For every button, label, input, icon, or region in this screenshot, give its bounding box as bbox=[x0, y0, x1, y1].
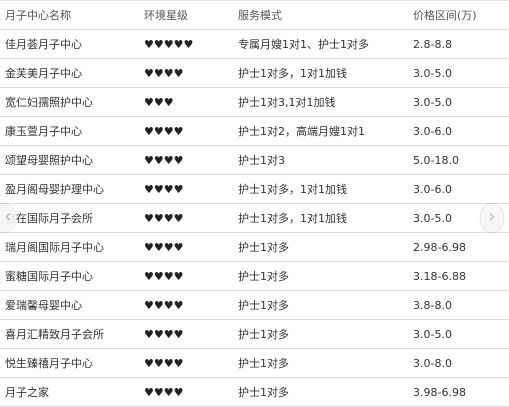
table-row: 金芙美月子中心 ♥♥♥♥ 护士1对多，1对1加钱 3.0-5.0 bbox=[0, 58, 509, 88]
cell-name: 佳月荟月子中心 bbox=[0, 29, 139, 59]
cell-stars: ♥♥♥♥ bbox=[139, 145, 233, 175]
cell-stars: ♥♥♥♥ bbox=[139, 116, 233, 146]
cell-mode: 护士1对多 bbox=[233, 377, 408, 407]
cell-mode: 护士1对多 bbox=[233, 348, 408, 378]
table-row: 颂望母婴照护中心 ♥♥♥♥ 护士1对3 5.0-18.0 bbox=[0, 145, 509, 175]
cell-mode: 护士1对2，高端月嫂1对1 bbox=[233, 116, 408, 146]
cell-name: 爱瑞馨母婴中心 bbox=[0, 290, 139, 320]
table-header-row: 月子中心名称 环境星级 服务模式 价格区间(万) bbox=[0, 0, 509, 30]
cell-name: 喜月汇精致月子会所 bbox=[0, 319, 139, 349]
cell-stars: ♥♥♥♥ bbox=[139, 319, 233, 349]
cell-price: 3.0-6.0 bbox=[408, 116, 509, 146]
cell-mode: 护士1对多，1对1加钱 bbox=[233, 174, 408, 204]
cell-mode: 专属月嫂1对1、护士1对多 bbox=[233, 29, 408, 59]
cell-price: 3.8-8.0 bbox=[408, 290, 509, 320]
cell-stars: ♥♥♥♥♥ bbox=[139, 29, 233, 59]
cell-mode: 护士1对3,1对1加钱 bbox=[233, 87, 408, 117]
cell-stars: ♥♥♥♥ bbox=[139, 261, 233, 291]
cell-price: 2.8-8.8 bbox=[408, 29, 509, 59]
table-row: 宽仁妇孺照护中心 ♥♥♥ 护士1对3,1对1加钱 3.0-5.0 bbox=[0, 87, 509, 117]
cell-mode: 护士1对多 bbox=[233, 261, 408, 291]
cell-stars: ♥♥♥♥ bbox=[139, 348, 233, 378]
cell-price: 3.18-6.88 bbox=[408, 261, 509, 291]
table-row: 悦生臻禧月子中心 ♥♥♥♥ 护士1对多 3.0-8.0 bbox=[0, 348, 509, 378]
table-row: 喜月汇精致月子会所 ♥♥♥♥ 护士1对多 3.0-5.0 bbox=[0, 319, 509, 349]
cell-price: 3.98-6.98 bbox=[408, 377, 509, 407]
cell-stars: ♥♥♥♥ bbox=[139, 174, 233, 204]
cell-name: 金芙美月子中心 bbox=[0, 58, 139, 88]
confinement-center-table: 月子中心名称 环境星级 服务模式 价格区间(万) 佳月荟月子中心 ♥♥♥♥♥ 专属月… bbox=[0, 0, 509, 407]
cell-stars: ♥♥♥♥ bbox=[139, 377, 233, 407]
cell-name: 悦生臻禧月子中心 bbox=[0, 348, 139, 378]
table-row: 佳月荟月子中心 ♥♥♥♥♥ 专属月嫂1对1、护士1对多 2.8-8.8 bbox=[0, 29, 509, 59]
header-price: 价格区间(万) bbox=[408, 0, 509, 30]
header-name: 月子中心名称 bbox=[0, 0, 139, 30]
cell-price: 5.0-18.0 bbox=[408, 145, 509, 175]
cell-mode: 护士1对多，1对1加钱 bbox=[233, 58, 408, 88]
cell-mode: 护士1对多 bbox=[233, 319, 408, 349]
cell-name: 自在国际月子会所 bbox=[0, 203, 139, 233]
header-mode: 服务模式 bbox=[233, 0, 408, 30]
table-row: 康玉萱月子中心 ♥♥♥♥ 护士1对2，高端月嫂1对1 3.0-6.0 bbox=[0, 116, 509, 146]
header-stars: 环境星级 bbox=[139, 0, 233, 30]
cell-price: 3.0-5.0 bbox=[408, 58, 509, 88]
carousel-next-button[interactable]: › bbox=[481, 204, 503, 232]
table-row: 蜜糖国际月子中心 ♥♥♥♥ 护士1对多 3.18-6.88 bbox=[0, 261, 509, 291]
table-row: 爱瑞馨母婴中心 ♥♥♥♥ 护士1对多 3.8-8.0 bbox=[0, 290, 509, 320]
cell-name: 月子之家 bbox=[0, 377, 139, 407]
cell-mode: 护士1对3 bbox=[233, 145, 408, 175]
cell-price: 3.0-6.0 bbox=[408, 174, 509, 204]
cell-name: 盈月阁母婴护理中心 bbox=[0, 174, 139, 204]
chevron-right-icon: › bbox=[488, 206, 496, 227]
cell-stars: ♥♥♥♥ bbox=[139, 58, 233, 88]
cell-mode: 护士1对多，1对1加钱 bbox=[233, 203, 408, 233]
table-row: 自在国际月子会所 ♥♥♥♥ 护士1对多，1对1加钱 3.0-5.0 bbox=[0, 203, 509, 233]
cell-mode: 护士1对多 bbox=[233, 232, 408, 262]
cell-price: 3.0-8.0 bbox=[408, 348, 509, 378]
cell-name: 宽仁妇孺照护中心 bbox=[0, 87, 139, 117]
cell-price: 3.0-5.0 bbox=[408, 319, 509, 349]
cell-mode: 护士1对多 bbox=[233, 290, 408, 320]
cell-stars: ♥♥♥ bbox=[139, 87, 233, 117]
table-row: 月子之家 ♥♥♥♥ 护士1对多 3.98-6.98 bbox=[0, 377, 509, 407]
cell-stars: ♥♥♥♥ bbox=[139, 290, 233, 320]
chevron-left-icon: ‹ bbox=[4, 206, 12, 227]
cell-name: 瑞月阁国际月子中心 bbox=[0, 232, 139, 262]
cell-stars: ♥♥♥♥ bbox=[139, 203, 233, 233]
cell-price: 3.0-5.0 bbox=[408, 87, 509, 117]
cell-stars: ♥♥♥♥ bbox=[139, 232, 233, 262]
cell-name: 颂望母婴照护中心 bbox=[0, 145, 139, 175]
cell-name: 康玉萱月子中心 bbox=[0, 116, 139, 146]
table-row: 瑞月阁国际月子中心 ♥♥♥♥ 护士1对多 2.98-6.98 bbox=[0, 232, 509, 262]
cell-price: 2.98-6.98 bbox=[408, 232, 509, 262]
table-row: 盈月阁母婴护理中心 ♥♥♥♥ 护士1对多，1对1加钱 3.0-6.0 bbox=[0, 174, 509, 204]
cell-name: 蜜糖国际月子中心 bbox=[0, 261, 139, 291]
